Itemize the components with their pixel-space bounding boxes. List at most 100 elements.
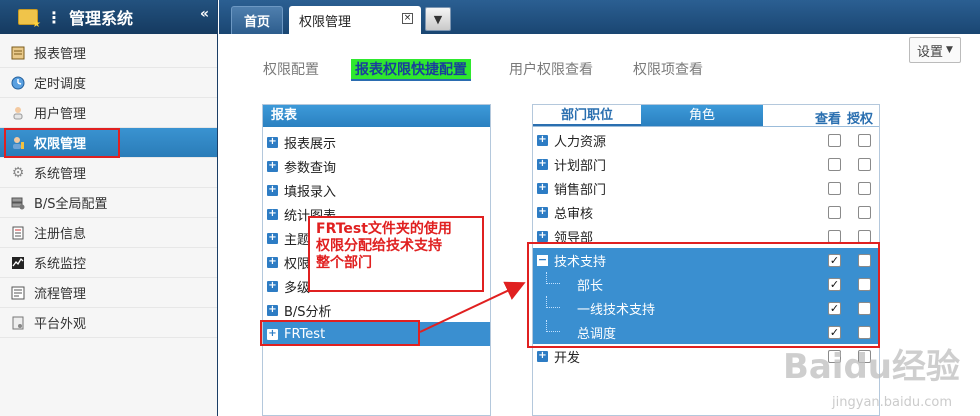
sidebar-item-schedule[interactable]: 定时调度 (0, 68, 217, 98)
settings-button[interactable]: 设置 ▼ (909, 37, 961, 63)
dept-row[interactable]: + 计划部门 (533, 152, 879, 176)
expand-icon[interactable]: + (267, 256, 278, 268)
tab-permission-management[interactable]: 权限管理 × (289, 6, 421, 34)
expand-icon[interactable]: + (537, 230, 548, 242)
grant-checkbox[interactable] (858, 326, 871, 339)
grant-checkbox[interactable] (858, 302, 871, 315)
grant-checkbox[interactable] (858, 182, 871, 195)
sidebar-item-label: 系统监控 (34, 257, 87, 272)
tab-bar: 首页 权限管理 × ▼ (219, 0, 980, 34)
grant-checkbox[interactable] (858, 206, 871, 219)
permission-panel-header: 部门职位 角色 查看 授权 (533, 105, 879, 127)
view-checkbox[interactable]: ✓ (828, 278, 841, 291)
sidebar-item-system-management[interactable]: ⚙ 系统管理 (0, 158, 217, 188)
key-user-icon (10, 135, 26, 151)
tree-connector (546, 320, 560, 332)
dept-label: 总审核 (554, 206, 594, 222)
sidebar-item-platform-appearance[interactable]: 平台外观 (0, 308, 217, 338)
tree-connector (546, 296, 560, 308)
column-view-header: 查看 (814, 112, 841, 127)
tab-home[interactable]: 首页 (231, 6, 283, 34)
grant-checkbox[interactable] (858, 230, 871, 243)
dept-row[interactable]: + 销售部门 (533, 176, 879, 200)
expand-icon[interactable]: + (267, 184, 278, 196)
tree-node-label: 多级 (284, 280, 311, 296)
dept-row[interactable]: + 领导部 (533, 224, 879, 248)
dept-row-tech-support[interactable]: − 技术支持 ✓ (533, 248, 879, 272)
position-row[interactable]: 一线技术支持 ✓ (533, 296, 879, 320)
view-checkbox[interactable]: ✓ (828, 254, 841, 267)
tree-node-label: FRTest (284, 326, 326, 342)
watermark-logo: Baidu经验 (782, 347, 960, 387)
view-checkbox[interactable]: ✓ (828, 302, 841, 315)
expand-icon[interactable]: + (267, 328, 278, 340)
callout-line-1: FRTest文件夹的使用 (316, 221, 452, 237)
close-tab-icon[interactable]: × (402, 13, 413, 24)
view-checkbox[interactable]: ✓ (828, 326, 841, 339)
expand-icon[interactable]: + (267, 136, 278, 148)
expand-icon[interactable]: + (267, 160, 278, 172)
position-label: 部长 (577, 278, 604, 294)
sidebar-item-user-management[interactable]: 用户管理 (0, 98, 217, 128)
subtab-user-permission-view[interactable]: 用户权限查看 (509, 59, 593, 81)
expand-icon[interactable]: + (537, 206, 548, 218)
tab-role[interactable]: 角色 (641, 105, 763, 126)
sidebar-item-label: 定时调度 (34, 77, 87, 92)
subtab-permission-item-view[interactable]: 权限项查看 (633, 59, 703, 81)
position-row[interactable]: 部长 ✓ (533, 272, 879, 296)
expand-icon[interactable]: + (537, 158, 548, 170)
dept-row[interactable]: + 人力资源 (533, 128, 879, 152)
appearance-icon (10, 315, 26, 331)
server-icon (10, 195, 26, 211)
grant-checkbox[interactable] (858, 158, 871, 171)
dept-label: 销售部门 (554, 182, 607, 198)
caret-down-icon: ▼ (946, 45, 953, 55)
callout-line-3: 整个部门 (316, 255, 372, 271)
sidebar-item-registration-info[interactable]: 注册信息 (0, 218, 217, 248)
register-icon (10, 225, 26, 241)
position-label: 总调度 (577, 326, 617, 342)
sidebar-item-system-monitor[interactable]: 系统监控 (0, 248, 217, 278)
tab-dropdown-button[interactable]: ▼ (425, 7, 451, 31)
grant-checkbox[interactable] (858, 134, 871, 147)
sidebar-item-bs-global-config[interactable]: B/S全局配置 (0, 188, 217, 218)
expand-icon[interactable]: + (267, 280, 278, 292)
sidebar-menu: 报表管理 定时调度 用户管理 权限管理 ⚙ 系统管理 B/S全局配置 注册信息 (0, 34, 217, 338)
view-checkbox[interactable] (828, 182, 841, 195)
dept-label: 技术支持 (554, 254, 607, 270)
subtab-permission-config[interactable]: 权限配置 (263, 59, 319, 81)
view-checkbox[interactable] (828, 158, 841, 171)
clock-icon (10, 75, 26, 91)
tree-node[interactable]: + 报表展示 (263, 130, 490, 154)
sidebar-item-process-management[interactable]: 流程管理 (0, 278, 217, 308)
view-checkbox[interactable] (828, 206, 841, 219)
sidebar-item-permission-management[interactable]: 权限管理 (0, 128, 217, 158)
sidebar-item-report-management[interactable]: 报表管理 (0, 38, 217, 68)
sidebar-header: ⋮ 管理系统 « (0, 0, 217, 34)
tree-node-frtest[interactable]: + FRTest (263, 322, 490, 346)
view-checkbox[interactable] (828, 230, 841, 243)
subtab-report-quick-config[interactable]: 报表权限快捷配置 (351, 59, 471, 81)
expand-icon[interactable]: + (537, 182, 548, 194)
folder-star-icon (18, 9, 41, 30)
expand-icon[interactable]: + (537, 134, 548, 146)
expand-icon[interactable]: + (267, 208, 278, 220)
collapse-sidebar-icon[interactable]: « (200, 6, 209, 22)
tree-node[interactable]: + 参数查询 (263, 154, 490, 178)
tab-dept-position[interactable]: 部门职位 (533, 105, 641, 126)
subtab-bar: 权限配置 报表权限快捷配置 用户权限查看 权限项查看 (263, 59, 703, 81)
tree-node[interactable]: + 填报录入 (263, 178, 490, 202)
grant-checkbox[interactable] (858, 254, 871, 267)
settings-label: 设置 (917, 44, 944, 60)
expand-icon[interactable]: + (267, 304, 278, 316)
sidebar-item-label: 系统管理 (34, 167, 87, 182)
view-checkbox[interactable] (828, 134, 841, 147)
watermark-url: jingyan.baidu.com (832, 395, 952, 410)
tree-node[interactable]: + B/S分析 (263, 298, 490, 322)
collapse-icon[interactable]: − (537, 254, 548, 266)
chevron-down-icon: ▼ (433, 12, 443, 26)
expand-icon[interactable]: + (537, 350, 548, 362)
expand-icon[interactable]: + (267, 232, 278, 244)
grant-checkbox[interactable] (858, 278, 871, 291)
dept-row[interactable]: + 总审核 (533, 200, 879, 224)
